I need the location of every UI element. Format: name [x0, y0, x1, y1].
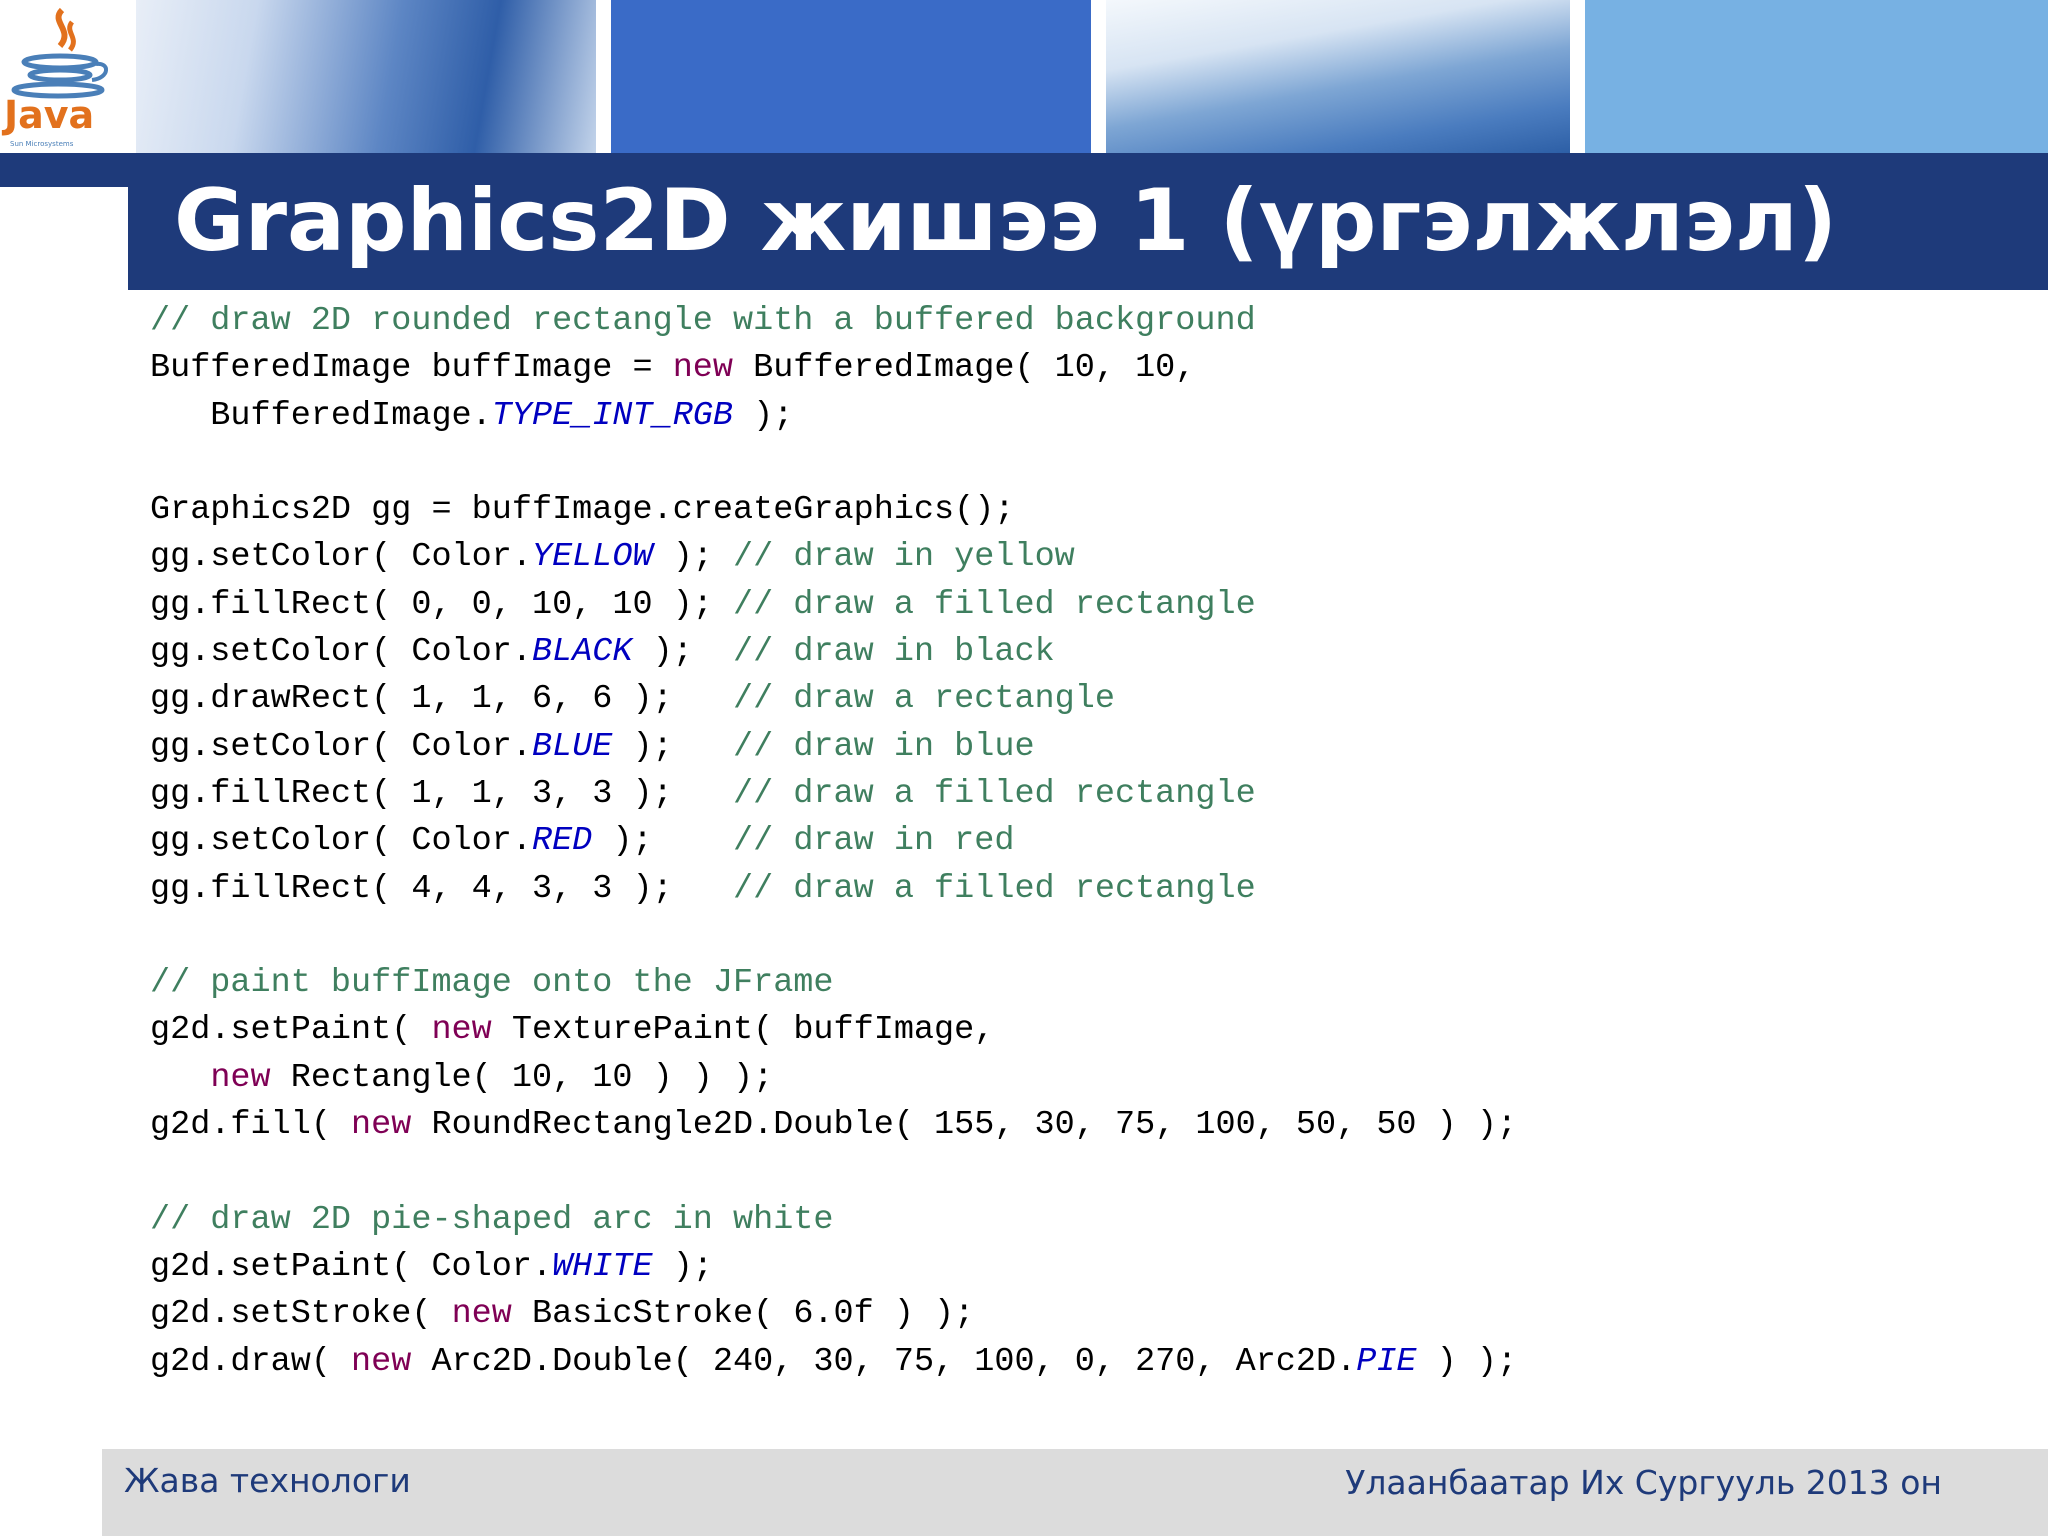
footer: Жава технологи Улаанбаатар Их Сургууль 2… — [102, 1449, 2048, 1536]
code-line: // paint buffImage onto the JFrame — [150, 960, 2010, 1007]
code-token-comment: // draw a filled rectangle — [733, 774, 1256, 813]
code-token-plain: BufferedImage buffImage = — [150, 349, 673, 388]
code-token-plain: gg.fillRect( 0, 0, 10, 10 ); — [150, 585, 733, 624]
java-logo: Java Sun Microsystems — [0, 0, 134, 153]
code-token-comment: // paint buffImage onto the JFrame — [150, 964, 834, 1003]
code-line: g2d.draw( new Arc2D.Double( 240, 30, 75,… — [150, 1339, 2010, 1386]
code-token-plain: BufferedImage( 10, 10, — [733, 349, 1196, 388]
code-line: // draw 2D rounded rectangle with a buff… — [150, 298, 2010, 345]
code-token-plain: TexturePaint( buffImage, — [491, 1011, 995, 1050]
code-line: gg.fillRect( 0, 0, 10, 10 ); // draw a f… — [150, 582, 2010, 629]
code-line: gg.setColor( Color.BLUE ); // draw in bl… — [150, 724, 2010, 771]
code-block: // draw 2D rounded rectangle with a buff… — [150, 298, 2010, 1386]
code-line: gg.setColor( Color.YELLOW ); // draw in … — [150, 534, 2010, 581]
code-token-plain: ) ); — [1416, 1342, 1518, 1381]
code-token-plain: ); — [632, 633, 734, 672]
code-token-comment: // draw 2D pie-shaped arc in white — [150, 1200, 834, 1239]
code-token-const: TYPE_INT_RGB — [491, 396, 734, 435]
banner-blue-panel — [611, 0, 1091, 153]
code-token-plain: gg.fillRect( 4, 4, 3, 3 ); — [150, 869, 733, 908]
banner-photo-buildings — [1106, 0, 1570, 153]
banner-photo-hands-keyboard — [136, 0, 596, 153]
code-token-comment: // draw a filled rectangle — [733, 869, 1256, 908]
code-token-plain: g2d.draw( — [150, 1342, 352, 1381]
code-token-keyword: new — [351, 1106, 412, 1145]
code-line: BufferedImage.TYPE_INT_RGB ); — [150, 393, 2010, 440]
code-token-plain: g2d.setPaint( — [150, 1011, 432, 1050]
code-token-const: BLUE — [531, 727, 613, 766]
code-token-comment: // draw 2D rounded rectangle with a buff… — [150, 302, 1256, 340]
code-line: gg.setColor( Color.BLACK ); // draw in b… — [150, 629, 2010, 676]
code-token-comment: // draw in blue — [733, 727, 1035, 766]
code-token-plain: Graphics2D gg = buffImage.createGraphics… — [150, 491, 1015, 530]
title-bar: Graphics2D жишээ 1 (үргэлжлэл) — [128, 153, 2048, 290]
slide: Java Sun Microsystems Graphics2D жишээ 1… — [0, 0, 2048, 1536]
code-token-plain: ); — [652, 1247, 713, 1286]
code-line: BufferedImage buffImage = new BufferedIm… — [150, 345, 2010, 392]
code-line: g2d.setPaint( Color.WHITE ); — [150, 1244, 2010, 1291]
code-line: new Rectangle( 10, 10 ) ) ); — [150, 1055, 2010, 1102]
code-token-plain: ); — [592, 822, 734, 861]
code-token-plain: ); — [733, 396, 794, 435]
code-token-plain: g2d.fill( — [150, 1106, 352, 1145]
svg-text:Sun Microsystems: Sun Microsystems — [10, 140, 74, 148]
code-line: gg.setColor( Color.RED ); // draw in red — [150, 818, 2010, 865]
code-token-plain: gg.setColor( Color. — [150, 822, 532, 861]
code-token-plain: gg.setColor( Color. — [150, 538, 532, 577]
code-token-comment: // draw in yellow — [733, 538, 1075, 577]
code-line: g2d.setPaint( new TexturePaint( buffImag… — [150, 1007, 2010, 1054]
title-strip — [0, 153, 128, 187]
code-token-keyword: new — [431, 1011, 492, 1050]
code-token-plain: Arc2D.Double( 240, 30, 75, 100, 0, 270, … — [411, 1342, 1357, 1381]
code-token-plain: BasicStroke( 6.0f ) ); — [511, 1295, 975, 1334]
code-token-plain: g2d.setStroke( — [150, 1295, 452, 1334]
svg-text:Java: Java — [1, 93, 94, 137]
code-token-keyword: new — [210, 1058, 271, 1097]
code-line: Graphics2D gg = buffImage.createGraphics… — [150, 487, 2010, 534]
code-token-plain: gg.setColor( Color. — [150, 727, 532, 766]
code-token-plain: ); — [612, 727, 734, 766]
banner-light-blue-panel — [1585, 0, 2048, 153]
code-token-comment: // draw in black — [733, 633, 1055, 672]
code-line: // draw 2D pie-shaped arc in white — [150, 1197, 2010, 1244]
code-token-const: WHITE — [552, 1247, 653, 1286]
code-token-comment: // draw a filled rectangle — [733, 585, 1256, 624]
code-token-comment: // draw a rectangle — [733, 680, 1115, 719]
code-token-plain: gg.setColor( Color. — [150, 633, 532, 672]
slide-title: Graphics2D жишээ 1 (үргэлжлэл) — [174, 171, 1838, 271]
code-line: gg.drawRect( 1, 1, 6, 6 ); // draw a rec… — [150, 676, 2010, 723]
header-banner: Java Sun Microsystems — [0, 0, 2048, 153]
java-coffee-cup-icon: Java Sun Microsystems — [1, 7, 108, 148]
code-line: g2d.setStroke( new BasicStroke( 6.0f ) )… — [150, 1291, 2010, 1338]
code-token-plain: BufferedImage. — [150, 396, 492, 435]
code-token-keyword: new — [451, 1295, 512, 1334]
code-line: gg.fillRect( 4, 4, 3, 3 ); // draw a fil… — [150, 866, 2010, 913]
code-token-plain: gg.drawRect( 1, 1, 6, 6 ); — [150, 680, 733, 719]
code-token-const: PIE — [1356, 1342, 1417, 1381]
code-token-plain: gg.fillRect( 1, 1, 3, 3 ); — [150, 774, 733, 813]
code-token-keyword: new — [351, 1342, 412, 1381]
code-token-const: RED — [531, 822, 593, 861]
code-token-plain: ); — [652, 538, 734, 577]
footer-course-name: Жава технологи — [124, 1461, 411, 1500]
code-token-plain: Rectangle( 10, 10 ) ) ); — [270, 1058, 774, 1097]
code-token-const: BLACK — [531, 633, 633, 672]
code-line: g2d.fill( new RoundRectangle2D.Double( 1… — [150, 1102, 2010, 1149]
code-token-const: YELLOW — [531, 538, 653, 577]
code-token-plain: RoundRectangle2D.Double( 155, 30, 75, 10… — [411, 1106, 1518, 1145]
footer-university: Улаанбаатар Их Сургууль 2013 он — [1345, 1463, 1942, 1502]
code-token-keyword: new — [672, 349, 733, 388]
code-token-comment: // draw in red — [733, 822, 1015, 861]
code-token-plain: g2d.setPaint( Color. — [150, 1247, 553, 1286]
code-line: gg.fillRect( 1, 1, 3, 3 ); // draw a fil… — [150, 771, 2010, 818]
